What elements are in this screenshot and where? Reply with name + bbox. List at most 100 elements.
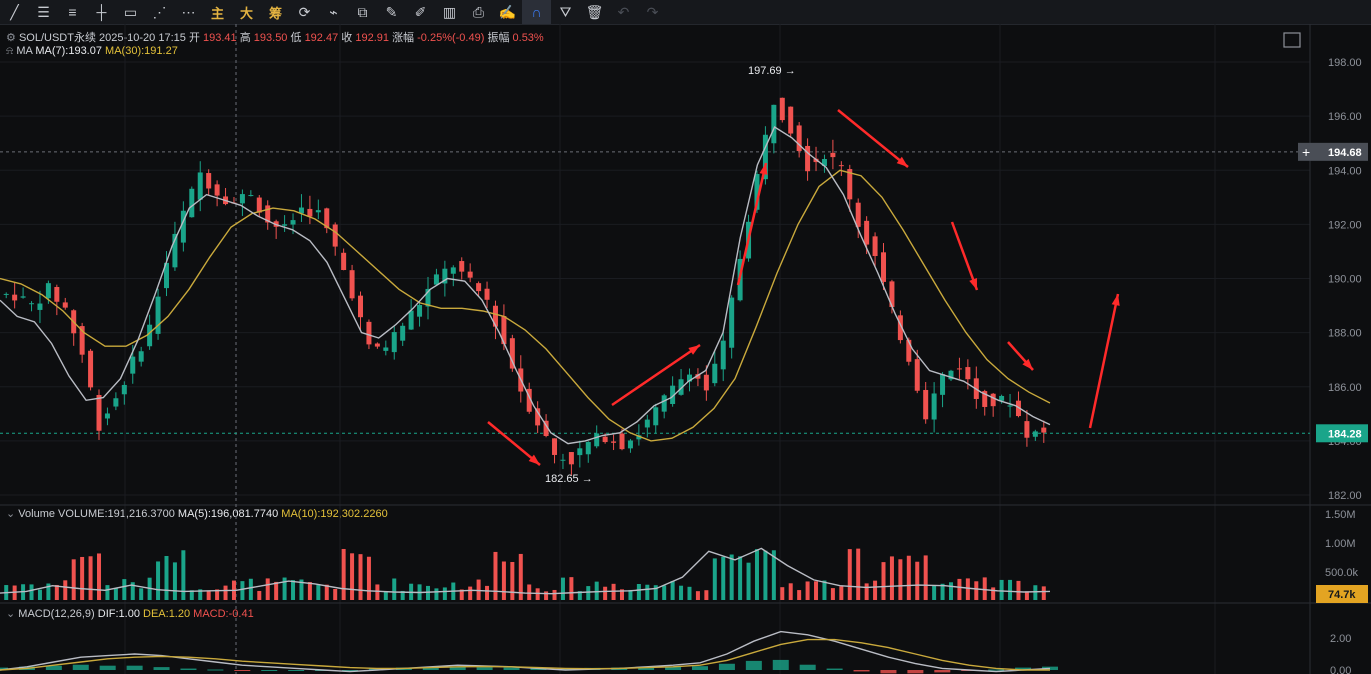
volume-bar: [105, 585, 110, 600]
trash-icon[interactable]: 🗑: [580, 0, 609, 24]
volume-bar: [97, 553, 102, 600]
candle-down: [788, 106, 794, 134]
volume-bar: [206, 590, 211, 600]
high-label: 197.69 →: [748, 65, 796, 77]
select-icon[interactable]: ⧉: [348, 0, 377, 24]
volume-bar: [442, 587, 447, 600]
candle-up: [113, 398, 119, 407]
candle-up: [391, 332, 397, 353]
main-indicator-button[interactable]: 主: [203, 0, 232, 24]
volume-tick-label: 1.00M: [1325, 538, 1356, 550]
volume-bar: [797, 590, 802, 600]
price-tick-label: 188.00: [1328, 328, 1362, 340]
candle-up: [417, 304, 423, 317]
volume-bar: [805, 581, 810, 600]
candle-up: [239, 194, 245, 204]
candle-up: [560, 459, 566, 461]
crosshair-tool-icon[interactable]: ┼: [87, 0, 116, 24]
candle-down: [374, 343, 380, 347]
candle-down: [552, 438, 558, 455]
filter-icon[interactable]: ⛛: [551, 0, 580, 24]
volume-bar: [839, 586, 844, 600]
replay-icon[interactable]: ⟳: [290, 0, 319, 24]
channel-tool-icon[interactable]: ≡: [58, 0, 87, 24]
candle-down: [965, 367, 971, 380]
macd-histogram-bar: [99, 665, 116, 670]
volume-bar: [822, 580, 827, 600]
candle-up: [37, 303, 43, 310]
volume-bar: [679, 585, 684, 600]
line-tool-icon[interactable]: ╱: [0, 0, 29, 24]
candle-up: [189, 188, 195, 218]
candle-up: [315, 210, 321, 213]
candle-up: [577, 448, 583, 456]
candle-up: [433, 274, 439, 285]
candle-down: [62, 302, 68, 308]
ruler-icon[interactable]: ✎: [377, 0, 406, 24]
macd-histogram-bar: [934, 670, 951, 673]
volume-bar: [898, 559, 903, 600]
pen-icon[interactable]: ✐: [406, 0, 435, 24]
volume-bar: [535, 588, 540, 600]
volume-bar: [873, 580, 878, 600]
price-tick-label: 190.00: [1328, 274, 1362, 286]
fib-tool-icon[interactable]: ⋰: [145, 0, 174, 24]
volume-bar: [527, 584, 532, 600]
volume-bar: [856, 548, 861, 600]
magnet-icon[interactable]: ∩: [522, 0, 551, 24]
candle-down: [881, 252, 887, 282]
brush-icon[interactable]: ⌁: [319, 0, 348, 24]
candle-up: [282, 224, 288, 226]
candle-down: [358, 295, 364, 318]
macd-histogram-bar: [261, 670, 278, 671]
candle-down: [484, 288, 490, 300]
volume-bar: [375, 584, 380, 600]
candle-up: [383, 347, 389, 351]
price-tick-label: 192.00: [1328, 219, 1362, 231]
candle-down: [366, 321, 372, 345]
volume-bar: [670, 580, 675, 600]
more-tools-icon[interactable]: ⋯: [174, 0, 203, 24]
candle-up: [197, 172, 203, 200]
volume-bar: [223, 585, 228, 600]
candle-down: [476, 283, 482, 292]
volume-bar: [493, 551, 498, 600]
candle-down: [12, 294, 18, 301]
macd-histogram-bar: [288, 670, 305, 671]
undo-icon[interactable]: ↶: [609, 0, 638, 24]
volume-bar: [738, 556, 743, 600]
volume-tick-label: 1.50M: [1325, 509, 1356, 521]
candle-down: [206, 173, 212, 189]
rect-tool-icon[interactable]: ▭: [116, 0, 145, 24]
note-icon[interactable]: ✍: [493, 0, 522, 24]
redo-icon[interactable]: ↷: [638, 0, 667, 24]
volume-bar: [923, 555, 928, 600]
big-trade-button[interactable]: 大: [232, 0, 261, 24]
candle-up: [940, 374, 946, 395]
candle-down: [96, 395, 102, 431]
hline-tool-icon[interactable]: ☰: [29, 0, 58, 24]
candle-up: [130, 356, 136, 374]
volume-bar: [788, 583, 793, 600]
volume-bar: [350, 553, 355, 600]
candle-down: [872, 236, 878, 257]
indicator-icon[interactable]: ▥: [435, 0, 464, 24]
candle-up: [400, 325, 406, 341]
volume-bar: [569, 577, 574, 600]
macd-histogram-bar: [503, 667, 520, 670]
annotation-arrow: [1088, 293, 1120, 429]
candle-up: [661, 395, 667, 412]
macd-tick-label: 2.00: [1330, 633, 1351, 645]
volume-bar: [746, 562, 751, 600]
candle-down: [830, 152, 836, 158]
volume-bar: [307, 582, 312, 600]
volume-bar: [181, 550, 186, 600]
candlestick-chart[interactable]: 197.69 → 182.65 → 198.00 196.00 194.00 192.00…: [0, 24, 1371, 674]
macd-histogram-bar: [234, 670, 251, 671]
lock-icon[interactable]: ⎙: [464, 0, 493, 24]
volume-bar: [164, 556, 169, 600]
price-tick-label: 198.00: [1328, 57, 1362, 69]
chip-button[interactable]: 筹: [261, 0, 290, 24]
macd-histogram-bar: [826, 668, 843, 670]
candle-up: [20, 296, 26, 298]
